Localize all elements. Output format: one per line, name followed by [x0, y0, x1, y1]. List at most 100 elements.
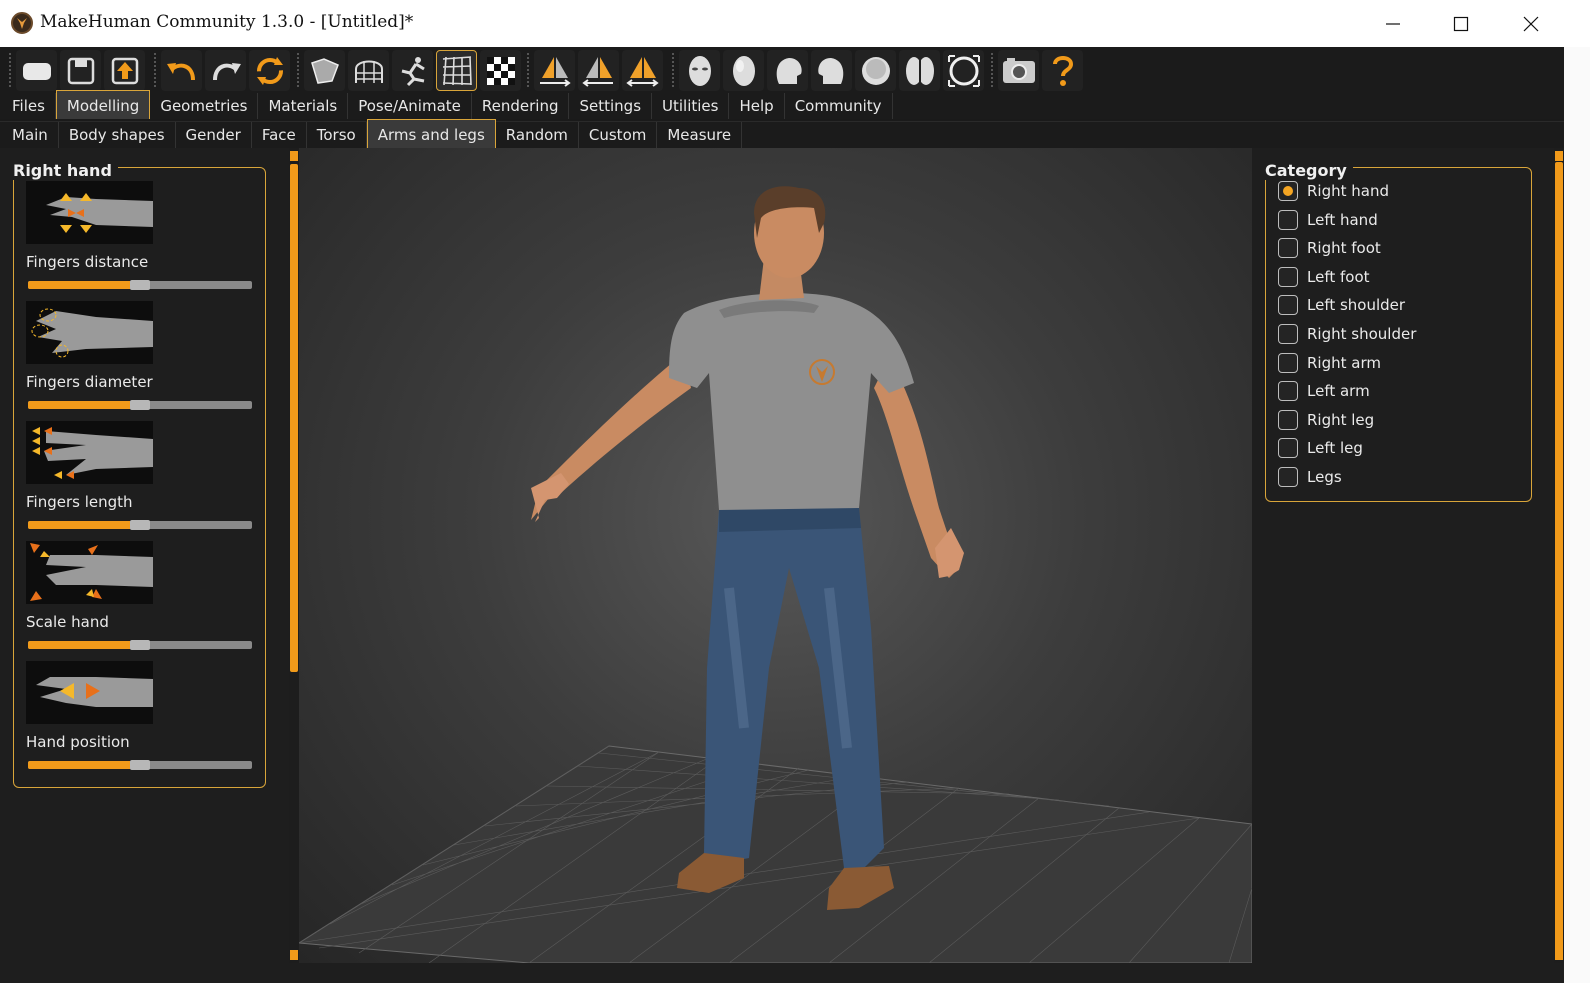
scroll-up-arrow[interactable] — [290, 151, 298, 161]
category-option-right-arm[interactable]: Right arm — [1278, 350, 1381, 376]
grid-button[interactable] — [436, 50, 477, 91]
subtab-custom[interactable]: Custom — [579, 122, 658, 148]
side-view-icon — [625, 56, 659, 87]
category-option-left-leg[interactable]: Left leg — [1278, 435, 1363, 461]
fingers-length-slider[interactable] — [28, 520, 252, 530]
main-tab-bar: Files Modelling Geometries Materials Pose/An… — [0, 90, 1590, 119]
radio-button[interactable] — [1278, 467, 1298, 487]
subtab-torso[interactable]: Torso — [307, 122, 367, 148]
radio-button[interactable] — [1278, 209, 1298, 230]
category-option-right-foot[interactable]: Right foot — [1278, 235, 1381, 261]
redo-button[interactable] — [205, 50, 246, 91]
minimize-button[interactable] — [1358, 0, 1428, 47]
category-option-right-hand[interactable]: Right hand — [1278, 178, 1389, 204]
head-side-view-button[interactable] — [767, 50, 808, 91]
save-icon — [67, 57, 94, 84]
tab-materials[interactable]: Materials — [258, 93, 349, 119]
tab-utilities[interactable]: Utilities — [652, 93, 730, 119]
wireframe-button[interactable] — [348, 50, 389, 91]
scrollbar-handle[interactable] — [290, 164, 298, 672]
face-view-button[interactable] — [679, 50, 720, 91]
new-button[interactable] — [16, 50, 57, 91]
sub-tab-bar: Main Body shapes Gender Face Torso Arms and l… — [0, 119, 1590, 148]
subtab-arms-and-legs[interactable]: Arms and legs — [366, 119, 496, 148]
radio-button[interactable] — [1278, 409, 1298, 430]
category-option-right-shoulder[interactable]: Right shoulder — [1278, 321, 1416, 347]
head-left-view-button[interactable] — [811, 50, 852, 91]
category-option-legs[interactable]: Legs — [1278, 464, 1342, 490]
fingers-distance-slider[interactable] — [28, 280, 252, 290]
skeleton-button[interactable] — [392, 50, 433, 91]
radio-button[interactable] — [1278, 381, 1298, 402]
slider-handle[interactable] — [130, 400, 150, 410]
global-view-button[interactable] — [943, 50, 984, 91]
front-view-button[interactable] — [534, 50, 575, 91]
scroll-down-arrow[interactable] — [290, 950, 298, 960]
close-button[interactable] — [1496, 0, 1566, 47]
subtab-measure[interactable]: Measure — [657, 122, 743, 148]
smooth-icon — [310, 57, 339, 84]
tab-geometries[interactable]: Geometries — [150, 93, 259, 119]
subtab-face[interactable]: Face — [252, 122, 307, 148]
radio-button[interactable] — [1278, 238, 1298, 259]
tab-rendering[interactable]: Rendering — [472, 93, 570, 119]
side-view-button[interactable] — [622, 50, 663, 91]
body-view-button[interactable] — [899, 50, 940, 91]
tab-settings[interactable]: Settings — [569, 93, 653, 119]
head-side-icon — [776, 57, 802, 84]
checker-button[interactable] — [480, 50, 521, 91]
subtab-body-shapes[interactable]: Body shapes — [59, 122, 176, 148]
radio-button[interactable] — [1278, 324, 1298, 344]
fingers-diameter-slider[interactable] — [28, 400, 252, 410]
head-view-button[interactable] — [723, 50, 764, 91]
scale-hand-slider[interactable] — [28, 640, 252, 650]
body-icon — [905, 56, 934, 85]
left-panel-scrollbar[interactable] — [289, 148, 299, 963]
slider-label: Hand position — [26, 733, 130, 751]
maximize-button[interactable] — [1426, 0, 1496, 47]
tab-pose-animate[interactable]: Pose/Animate — [348, 93, 472, 119]
3d-viewport[interactable] — [299, 148, 1252, 963]
screenshot-button[interactable] — [998, 50, 1039, 91]
slider-handle[interactable] — [130, 640, 150, 650]
slider-handle[interactable] — [130, 520, 150, 530]
scroll-down-arrow[interactable] — [1555, 950, 1563, 960]
subtab-random[interactable]: Random — [496, 122, 579, 148]
scrollbar-handle[interactable] — [1555, 162, 1563, 952]
category-option-right-leg[interactable]: Right leg — [1278, 407, 1374, 433]
right-panel-scrollbar[interactable] — [1554, 148, 1564, 963]
save-button[interactable] — [60, 50, 101, 91]
export-button[interactable] — [104, 50, 145, 91]
category-option-left-shoulder[interactable]: Left shoulder — [1278, 292, 1405, 318]
radio-label: Right leg — [1307, 410, 1375, 429]
reset-button[interactable] — [249, 50, 290, 91]
undo-button[interactable] — [161, 50, 202, 91]
tab-community[interactable]: Community — [785, 93, 893, 119]
subtab-gender[interactable]: Gender — [176, 122, 252, 148]
radio-button[interactable] — [1278, 352, 1298, 373]
tab-files[interactable]: Files — [2, 93, 56, 119]
screenshot-icon — [1002, 57, 1035, 83]
scroll-up-arrow[interactable] — [1555, 151, 1563, 161]
slider-handle[interactable] — [130, 760, 150, 770]
radio-button[interactable] — [1278, 438, 1298, 459]
help-button[interactable] — [1042, 50, 1083, 91]
radio-button[interactable] — [1278, 181, 1298, 201]
slider-fingers-distance: Fingers distance — [26, 181, 256, 301]
tab-modelling[interactable]: Modelling — [55, 90, 151, 119]
smooth-button[interactable] — [304, 50, 345, 91]
category-option-left-arm[interactable]: Left arm — [1278, 378, 1370, 404]
radio-button[interactable] — [1278, 266, 1298, 287]
hand-position-slider[interactable] — [28, 760, 252, 770]
category-option-left-hand[interactable]: Left hand — [1278, 207, 1378, 233]
back-view-button[interactable] — [578, 50, 619, 91]
right-panel: Category Right hand Left hand Right foot Le… — [1252, 148, 1554, 983]
category-option-left-foot[interactable]: Left foot — [1278, 264, 1370, 290]
grid-icon — [442, 55, 472, 85]
tab-help[interactable]: Help — [729, 93, 785, 119]
top-view-button[interactable] — [855, 50, 896, 91]
radio-button[interactable] — [1278, 295, 1298, 316]
slider-handle[interactable] — [130, 280, 150, 290]
subtab-main[interactable]: Main — [2, 122, 59, 148]
window-edge — [1564, 47, 1590, 983]
